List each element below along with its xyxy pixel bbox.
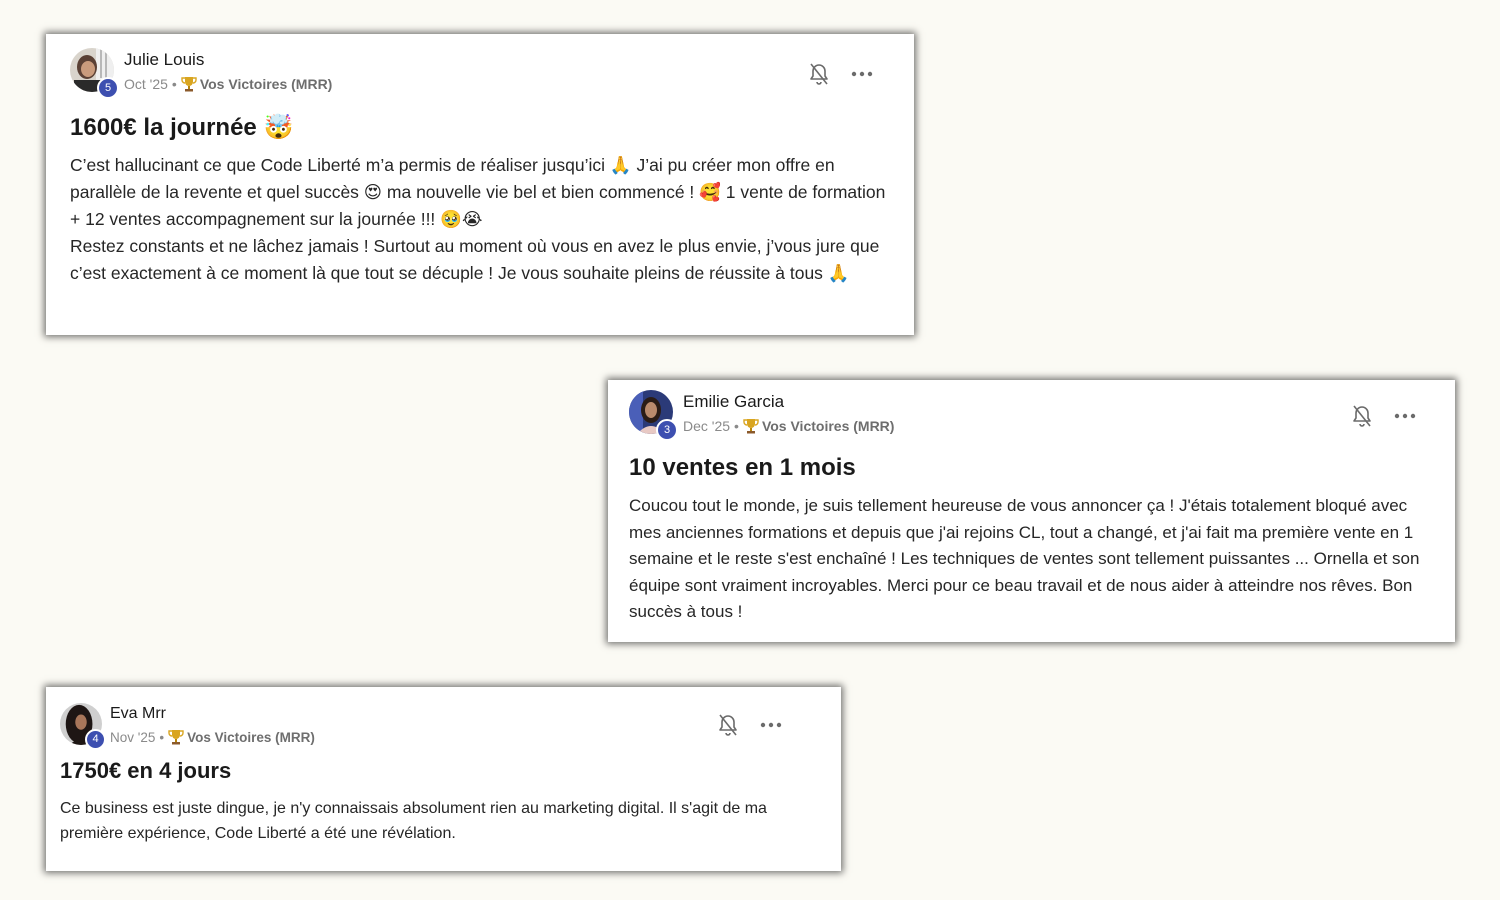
meta-separator: • bbox=[159, 730, 165, 745]
trophy-icon bbox=[168, 730, 184, 745]
category-link[interactable]: Vos Victoires (MRR) bbox=[762, 418, 895, 434]
post-card[interactable]: 5 Julie Louis Oct '25 • Vos Victoires (MRR… bbox=[46, 34, 914, 335]
category-link[interactable]: Vos Victoires (MRR) bbox=[187, 730, 315, 745]
post-header: 5 Julie Louis Oct '25 • Vos Victoires (MRR… bbox=[70, 48, 890, 99]
post-date: Oct '25 bbox=[124, 76, 168, 92]
post-actions bbox=[717, 713, 783, 737]
post-actions bbox=[808, 62, 874, 86]
post-body: Coucou tout le monde, je suis tellement … bbox=[629, 496, 1420, 621]
author-name[interactable]: Eva Mrr bbox=[110, 705, 166, 723]
level-badge: 5 bbox=[97, 77, 119, 99]
bell-off-icon[interactable] bbox=[808, 62, 830, 86]
post-body: Ce business est juste dingue, je n'y con… bbox=[60, 800, 767, 842]
bell-off-icon[interactable] bbox=[717, 713, 739, 737]
more-horizontal-icon[interactable] bbox=[1393, 412, 1417, 420]
post-meta: Oct '25 • Vos Victoires (MRR) bbox=[124, 76, 332, 92]
post-title[interactable]: 10 ventes en 1 mois bbox=[629, 450, 1433, 486]
author-name[interactable]: Emilie Garcia bbox=[683, 392, 784, 412]
post-date: Dec '25 bbox=[683, 418, 731, 434]
level-badge: 4 bbox=[85, 729, 106, 750]
post-title[interactable]: 1750€ en 4 jours bbox=[60, 754, 819, 788]
post-date: Nov '25 bbox=[110, 730, 156, 745]
post-meta: Dec '25 • Vos Victoires (MRR) bbox=[683, 418, 894, 434]
post-header: 4 Eva Mrr Nov '25 • Vos Victoires (MRR) bbox=[60, 703, 819, 750]
post-title[interactable]: 1600€ la journée 🤯 bbox=[70, 110, 890, 146]
more-horizontal-icon[interactable] bbox=[850, 70, 874, 78]
post-card[interactable]: 4 Eva Mrr Nov '25 • Vos Victoires (MRR) 17… bbox=[46, 687, 841, 871]
level-badge: 3 bbox=[656, 419, 678, 441]
post-card[interactable]: 3 Emilie Garcia Dec '25 • Vos Victoires (M… bbox=[608, 380, 1455, 642]
post-body: C’est hallucinant ce que Code Liberté m’… bbox=[70, 155, 886, 283]
post-header: 3 Emilie Garcia Dec '25 • Vos Victoires (M… bbox=[629, 390, 1433, 441]
post-meta: Nov '25 • Vos Victoires (MRR) bbox=[110, 729, 315, 745]
author-name[interactable]: Julie Louis bbox=[124, 50, 204, 70]
category-link[interactable]: Vos Victoires (MRR) bbox=[200, 76, 333, 92]
post-actions bbox=[1351, 404, 1417, 428]
meta-separator: • bbox=[171, 76, 177, 92]
more-horizontal-icon[interactable] bbox=[759, 721, 783, 729]
meta-separator: • bbox=[734, 418, 739, 434]
trophy-icon bbox=[181, 77, 197, 92]
trophy-icon bbox=[743, 419, 759, 434]
bell-off-icon[interactable] bbox=[1351, 404, 1373, 428]
